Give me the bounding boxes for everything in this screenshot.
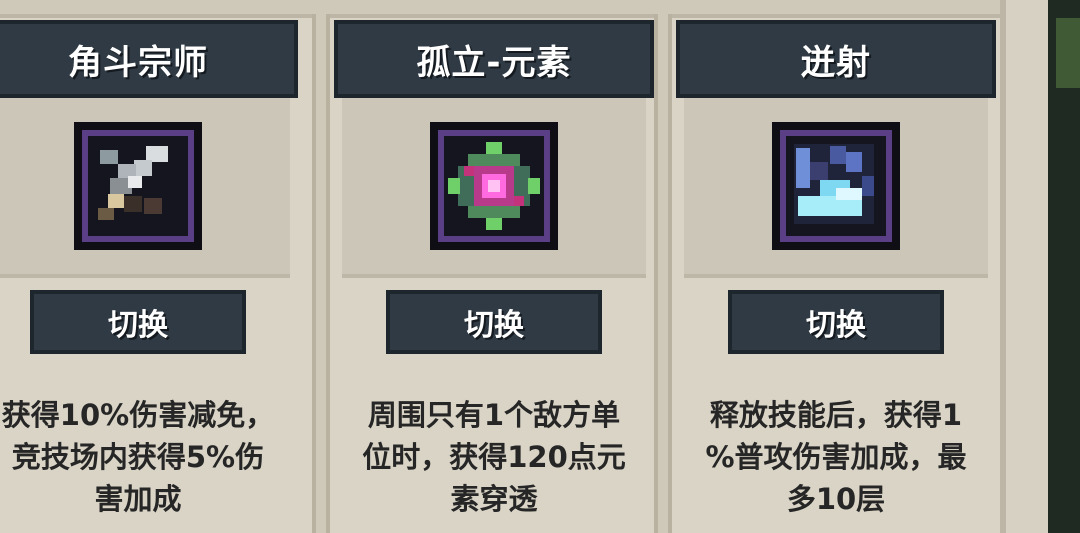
icon-panel: [0, 98, 290, 278]
description-line: 竞技场内获得5%伤: [11, 440, 265, 474]
icon-panel: [684, 98, 988, 278]
background-foliage: [1056, 18, 1080, 88]
switch-button-label: 切换: [806, 308, 866, 343]
icon-frame: [74, 122, 202, 250]
icon-frame: [772, 122, 900, 250]
description-line: 获得10%伤害减免，: [1, 398, 275, 432]
card-title: 孤立-元素: [416, 42, 572, 83]
card-description: 获得10%伤害减免， 竞技场内获得5%伤 害加成: [0, 394, 298, 520]
switch-button-label: 切换: [108, 308, 168, 343]
description-line: 周围只有1个敌方单: [367, 398, 621, 432]
switch-button[interactable]: 切换: [386, 290, 602, 354]
card-title: 迸射: [801, 42, 871, 83]
panel-right-edge: [1000, 0, 1048, 533]
card-description: 周围只有1个敌方单 位时，获得120点元 素穿透: [334, 394, 654, 520]
description-line: 释放技能后，获得1: [709, 398, 963, 432]
column-divider: [654, 14, 672, 533]
card-header: 角斗宗师: [0, 20, 298, 98]
card-header: 迸射: [676, 20, 996, 98]
icon-frame: [430, 122, 558, 250]
switch-button[interactable]: 切换: [30, 290, 246, 354]
description-line: %普攻伤害加成，最: [705, 440, 967, 474]
talent-card-3: 迸射 切换 释放技能后，获得1 %普攻伤害加成，最 多10层: [676, 14, 996, 533]
icon-panel: [342, 98, 646, 278]
card-title: 角斗宗师: [68, 42, 208, 83]
switch-button[interactable]: 切换: [728, 290, 944, 354]
element-orb-icon: [438, 130, 550, 242]
description-line: 位时，获得120点元: [362, 440, 626, 474]
crossed-swords-icon: [82, 130, 194, 242]
description-line: 素穿透: [450, 482, 538, 516]
switch-button-label: 切换: [464, 308, 524, 343]
talent-selection-screen: 角斗宗师 切换 获得10%伤害减免， 竞技场内获得5%伤 害加成 孤立-元素 切…: [0, 0, 1080, 533]
column-divider: [312, 14, 330, 533]
burst-wave-icon: [780, 130, 892, 242]
description-line: 害加成: [94, 482, 182, 516]
card-header: 孤立-元素: [334, 20, 654, 98]
talent-card-1: 角斗宗师 切换 获得10%伤害减免， 竞技场内获得5%伤 害加成: [0, 14, 298, 533]
talent-card-2: 孤立-元素 切换 周围只有1个敌方单 位时，获得120点元 素穿透: [334, 14, 654, 533]
card-description: 释放技能后，获得1 %普攻伤害加成，最 多10层: [676, 394, 996, 520]
description-line: 多10层: [786, 482, 886, 516]
